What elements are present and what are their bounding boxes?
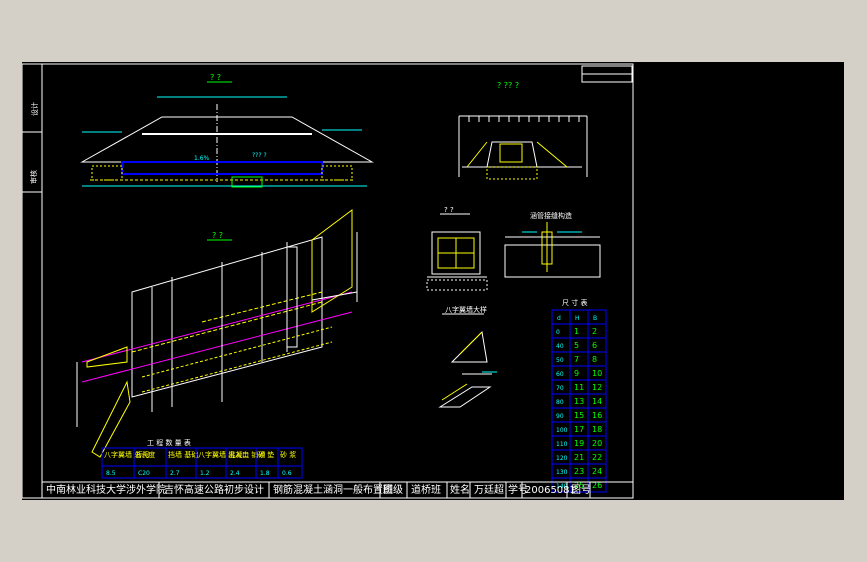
dimension-table-header: d bbox=[557, 315, 561, 322]
dimension-table-cell: 130 bbox=[556, 469, 568, 476]
dimension-table-cell: 22 bbox=[592, 453, 602, 462]
fig-label: 图号 bbox=[571, 484, 591, 496]
project-name: 吉怀高速公路初步设计 bbox=[164, 483, 264, 496]
end-view-title: ? ?? ? bbox=[497, 81, 519, 90]
dimension-table-cell: 18 bbox=[592, 425, 602, 434]
dimension-table-cell: 6 bbox=[592, 341, 597, 350]
dimension-table-cell: 19 bbox=[574, 439, 584, 448]
elevation-title: ? ? bbox=[210, 73, 221, 82]
cad-viewport: 设计 审核 ? ? ??? ? 1.6% ? ?? ? ? ? ? ? 涵管接缝… bbox=[0, 0, 867, 562]
quantity-table-header: 砂 垫 bbox=[258, 450, 274, 459]
quantity-table-header: 挡墙 基础 bbox=[168, 450, 198, 459]
quantity-table-header: 标号 bbox=[136, 450, 150, 459]
quantity-table-cell: C20 bbox=[138, 470, 150, 477]
quantity-table-cell: 2.4 bbox=[230, 470, 240, 477]
dimension-table-cell: 40 bbox=[556, 343, 564, 350]
quantity-table-cell: 2.7 bbox=[170, 470, 180, 477]
dimension-table: d H B0 1 240 5 650 7 860 9 1070 11 1280 13 1490 15 16100… bbox=[551, 309, 607, 493]
section-label: ? ? bbox=[444, 206, 454, 214]
dimension-table-cell: 0 bbox=[556, 329, 560, 336]
dimension-table-cell: 120 bbox=[556, 455, 568, 462]
dimension-table-cell: 21 bbox=[574, 453, 584, 462]
dimension-table-header: B bbox=[593, 315, 597, 322]
dimension-table-cell: 7 bbox=[574, 355, 579, 364]
quantity-table-cell: 1.2 bbox=[200, 470, 210, 477]
side-strip-bottom-label: 审核 bbox=[29, 170, 38, 184]
quantity-table-header: 砂 浆 bbox=[280, 450, 296, 459]
wing-wall-elevation bbox=[450, 330, 488, 363]
culvert-pipe bbox=[121, 161, 323, 175]
wing-wall-title: 八字翼墙大样 bbox=[445, 305, 487, 314]
dimension-table-cell: 15 bbox=[574, 411, 584, 420]
road-embankment bbox=[80, 116, 374, 163]
class-value: 道桥班 bbox=[411, 483, 441, 496]
dimension-table-cell: 12 bbox=[592, 383, 602, 392]
dimension-table-cell: 9 bbox=[574, 369, 579, 378]
dimension-table-cell: 70 bbox=[556, 385, 564, 392]
dimension-table-cell: 60 bbox=[556, 371, 564, 378]
dimension-table-cell: 13 bbox=[574, 397, 584, 406]
drawing-canvas[interactable]: 设计 审核 ? ? ??? ? 1.6% ? ?? ? ? ? ? ? 涵管接缝… bbox=[22, 62, 844, 500]
dimension-table-cell: 5 bbox=[574, 341, 579, 350]
end-view-ruler bbox=[458, 116, 580, 122]
quantity-table-cell: 1.8 bbox=[260, 470, 270, 477]
svg-text:??? ?: ??? ? bbox=[252, 152, 267, 159]
dimension-table-cell: 16 bbox=[592, 411, 602, 420]
school-name: 中南林业科技大学涉外学院 bbox=[46, 483, 166, 496]
name-label: 姓名 bbox=[450, 483, 470, 496]
dimension-table-cell: 11 bbox=[574, 383, 584, 392]
headwall bbox=[486, 141, 538, 168]
dimension-table-cell: 50 bbox=[556, 357, 564, 364]
dimension-table-cell: 23 bbox=[574, 467, 584, 476]
title-block: 中南林业科技大学涉外学院 吉怀高速公路初步设计 钢筋混凝土涵洞一般布置图 班级 … bbox=[41, 481, 634, 499]
id-value: 20065081 bbox=[525, 485, 576, 496]
dimension-table-cell: 2 bbox=[592, 327, 597, 336]
dimension-table-cell: 8 bbox=[592, 355, 597, 364]
quantity-table: 八字翼墙 总长度8.5标号C20挡墙 基础2.7八字翼墙 混凝土1.2出入口 铺… bbox=[101, 447, 303, 479]
dimension-table-cell: 24 bbox=[592, 467, 602, 476]
dimension-table-cell: 80 bbox=[556, 399, 564, 406]
pipe-joint-title: 涵管接缝构造 bbox=[530, 211, 572, 220]
name-value: 万廷超 bbox=[474, 483, 504, 496]
culvert-plan-body bbox=[131, 236, 323, 398]
drawing-name: 钢筋混凝土涵洞一般布置图 bbox=[273, 483, 393, 496]
class-label: 班级 bbox=[383, 484, 403, 496]
dimension-table-cell: 20 bbox=[592, 439, 602, 448]
dimension-table-cell: 14 bbox=[592, 397, 602, 406]
dimension-table-cell: 90 bbox=[556, 413, 564, 420]
drawing-svg: 设计 审核 ? ? ??? ? 1.6% ? ?? ? ? ? ? ? 涵管接缝… bbox=[22, 63, 634, 499]
dimension-table-cell: 1 bbox=[574, 327, 579, 336]
quantity-table-cell: 0.6 bbox=[282, 470, 292, 477]
dimension-table-cell: 17 bbox=[574, 425, 584, 434]
dimension-table-header: H bbox=[575, 315, 580, 322]
plan-title: ? ? bbox=[212, 231, 223, 240]
svg-text:1.6%: 1.6% bbox=[194, 155, 210, 162]
quantity-table-cell: 8.5 bbox=[106, 470, 116, 477]
dimension-table-cell: 110 bbox=[556, 441, 568, 448]
side-strip-top-label: 设计 bbox=[30, 102, 39, 116]
quantity-table-title: 工 程 数 量 表 bbox=[147, 438, 191, 447]
dimension-table-cell: 100 bbox=[556, 427, 568, 434]
dimension-table-title: 尺 寸 表 bbox=[562, 298, 587, 307]
dimension-table-cell: 10 bbox=[592, 369, 602, 378]
